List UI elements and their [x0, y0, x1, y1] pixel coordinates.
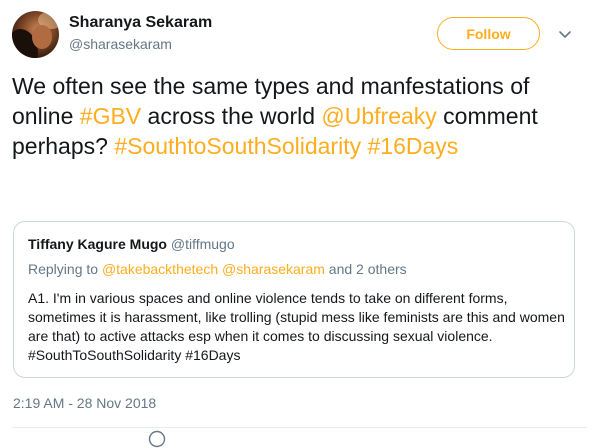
tweet-text-part: across the world: [141, 103, 322, 129]
quoted-author-name: Tiffany Kagure Mugo: [28, 236, 167, 252]
avatar[interactable]: [12, 11, 59, 58]
quoted-tweet-body: A1. I'm in various spaces and online vio…: [28, 290, 565, 363]
replying-to-prefix: Replying to: [28, 261, 102, 277]
replying-to-suffix: and 2 others: [324, 261, 407, 277]
quoted-tweet[interactable]: Tiffany Kagure Mugo @tiffmugo Replying t…: [13, 221, 575, 378]
quoted-author-handle: @tiffmugo: [170, 236, 235, 252]
hashtag-south-to-south-solidarity[interactable]: #SouthtoSouthSolidarity: [114, 133, 361, 159]
tweet-text: We often see the same types and manfesta…: [12, 71, 587, 161]
mention-sharasekaram[interactable]: @sharasekaram: [222, 261, 325, 277]
hashtag-16days[interactable]: #16Days: [367, 133, 458, 159]
hashtag-gbv[interactable]: #GBV: [80, 103, 141, 129]
author-name[interactable]: Sharanya Sekaram: [69, 14, 212, 32]
divider: [12, 427, 587, 428]
avatar-face: [32, 25, 52, 49]
follow-button[interactable]: Follow: [437, 17, 540, 50]
tweet-timestamp[interactable]: 2:19 AM - 28 Nov 2018: [13, 395, 156, 411]
mention-takebackthetech[interactable]: @takebackthetech: [102, 261, 218, 277]
replying-to: Replying to @takebackthetech @sharasekar…: [28, 261, 407, 277]
chevron-down-icon[interactable]: [557, 26, 573, 42]
author-handle[interactable]: @sharasekaram: [69, 36, 172, 52]
mention-ubfreaky[interactable]: @Ubfreaky: [321, 103, 436, 129]
quoted-tweet-header: Tiffany Kagure Mugo @tiffmugo: [28, 236, 235, 252]
reply-icon[interactable]: [148, 430, 166, 448]
